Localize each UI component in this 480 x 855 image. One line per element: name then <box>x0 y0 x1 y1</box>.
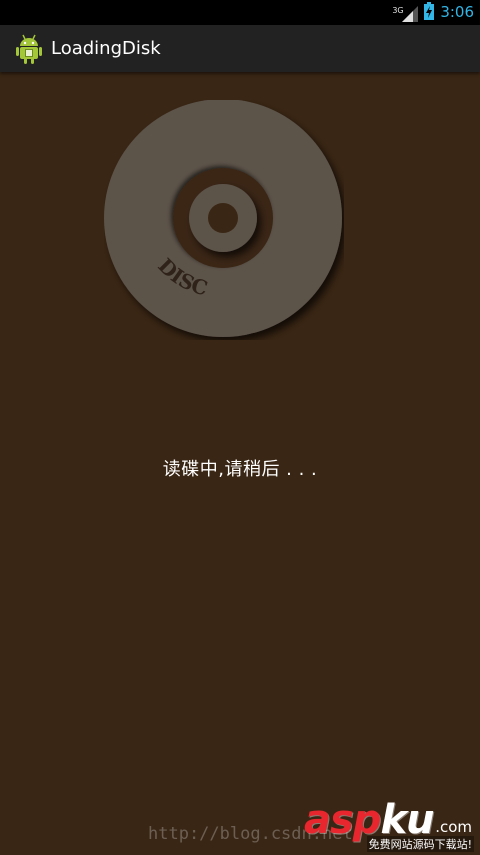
app-title: LoadingDisk <box>51 38 161 59</box>
clock: 3:06 <box>440 3 474 21</box>
action-bar: LoadingDisk <box>0 25 480 72</box>
network-type-label: 3G <box>392 5 404 15</box>
screen: 3G 3:06 LoadingDisk DISC 读碟中,请稍后 . . . h… <box>0 0 480 855</box>
watermark-logo: aspku .com 免费网站源码下载站! <box>304 798 474 853</box>
android-robot-icon[interactable] <box>15 34 43 64</box>
disc-icon: DISC <box>104 99 344 340</box>
watermark-slogan: 免费网站源码下载站! <box>366 836 474 852</box>
watermark-tld: .com <box>435 818 472 836</box>
signal-icon: 3G <box>392 4 419 22</box>
status-bar: 3G 3:06 <box>0 0 480 25</box>
battery-icon <box>424 1 435 24</box>
loading-message: 读碟中,请稍后 . . . <box>162 459 318 480</box>
status-icons: 3G 3:06 <box>392 0 474 25</box>
